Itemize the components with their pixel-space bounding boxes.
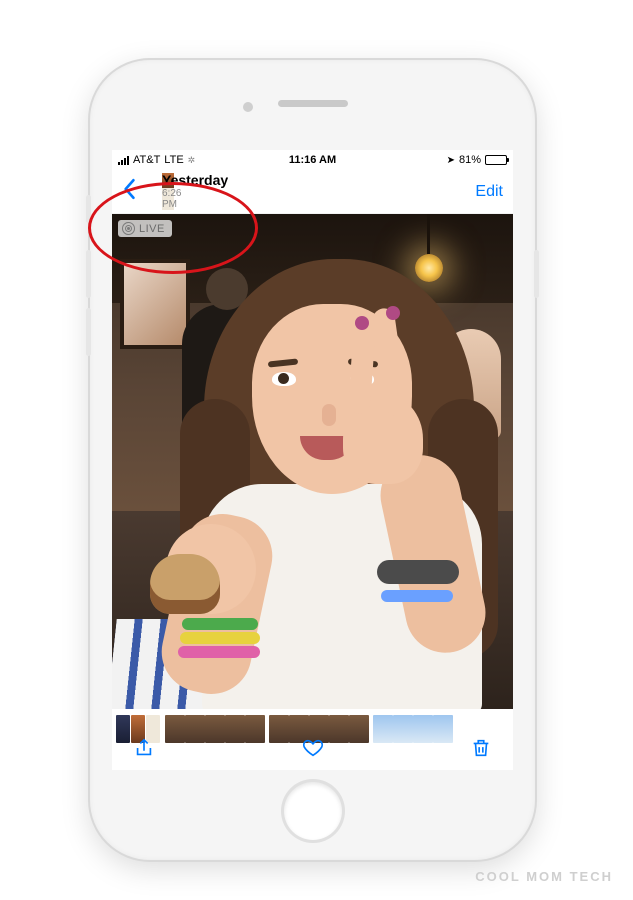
watermark: COOL MOM TECH [475,869,613,884]
front-camera [243,102,253,112]
photo-content [112,214,513,709]
location-icon: ➤ [447,155,455,166]
share-button[interactable] [130,734,158,762]
status-bar: AT&T LTE ✲ 11:16 AM ➤ 81% [112,150,513,170]
carrier-label: AT&T [133,154,160,166]
phone-frame: AT&T LTE ✲ 11:16 AM ➤ 81% Yesterday 6:26… [90,60,535,860]
trash-icon [470,737,492,759]
volume-up-button [86,250,91,298]
earpiece-speaker [278,100,348,107]
battery-percent: 81% [459,154,481,166]
live-photo-badge: LIVE [118,220,172,237]
bottom-toolbar [112,726,513,770]
mute-switch [86,195,91,223]
signal-icon [118,155,129,165]
nav-title: Yesterday 6:26 PM [162,173,463,210]
status-time: 11:16 AM [289,154,336,166]
volume-down-button [86,308,91,356]
home-button[interactable] [284,782,342,840]
nav-bar: Yesterday 6:26 PM Edit [112,170,513,214]
power-button [534,250,539,298]
chevron-left-icon [122,178,136,200]
back-button[interactable] [122,176,162,207]
live-photo-icon [122,222,135,235]
network-label: LTE [164,154,183,166]
edit-button[interactable]: Edit [463,183,503,201]
share-icon [133,737,155,759]
heart-icon [302,737,324,759]
favorite-button[interactable] [299,734,327,762]
nav-title-sub: 6:26 PM [162,188,174,210]
screen: AT&T LTE ✲ 11:16 AM ➤ 81% Yesterday 6:26… [112,150,513,770]
live-photo-label: LIVE [139,223,165,235]
nav-title-main: Yesterday [162,173,174,188]
delete-button[interactable] [467,734,495,762]
battery-icon [485,155,507,165]
activity-icon: ✲ [188,155,196,166]
photo-viewer[interactable]: LIVE [112,214,513,709]
